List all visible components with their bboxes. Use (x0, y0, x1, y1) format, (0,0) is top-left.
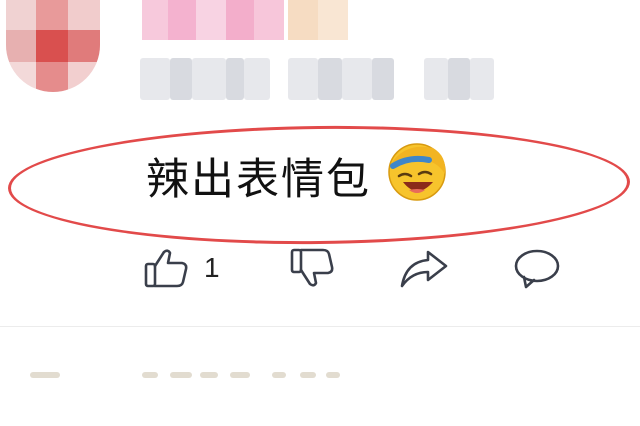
comment-divider (0, 326, 640, 327)
comment-action-bar: 1 (0, 240, 640, 300)
reply-button[interactable] (512, 240, 562, 296)
comment-icon (514, 249, 560, 289)
like-button[interactable]: 1 (142, 240, 220, 296)
thumbs-down-icon (290, 248, 334, 287)
dislike-button[interactable] (288, 240, 336, 296)
avatar[interactable] (6, 0, 100, 92)
laughing-tears-emoji (388, 143, 446, 201)
comment-meta-blurred (140, 58, 500, 100)
share-icon (400, 250, 448, 288)
username-blurred[interactable] (142, 0, 352, 40)
comment-text: 辣出表情包 (146, 155, 371, 205)
thumbs-up-icon (144, 249, 188, 288)
share-button[interactable] (398, 240, 450, 296)
like-count: 1 (204, 252, 220, 283)
comment-body: 辣出表情包 (0, 120, 640, 250)
next-comment-preview (30, 372, 390, 382)
